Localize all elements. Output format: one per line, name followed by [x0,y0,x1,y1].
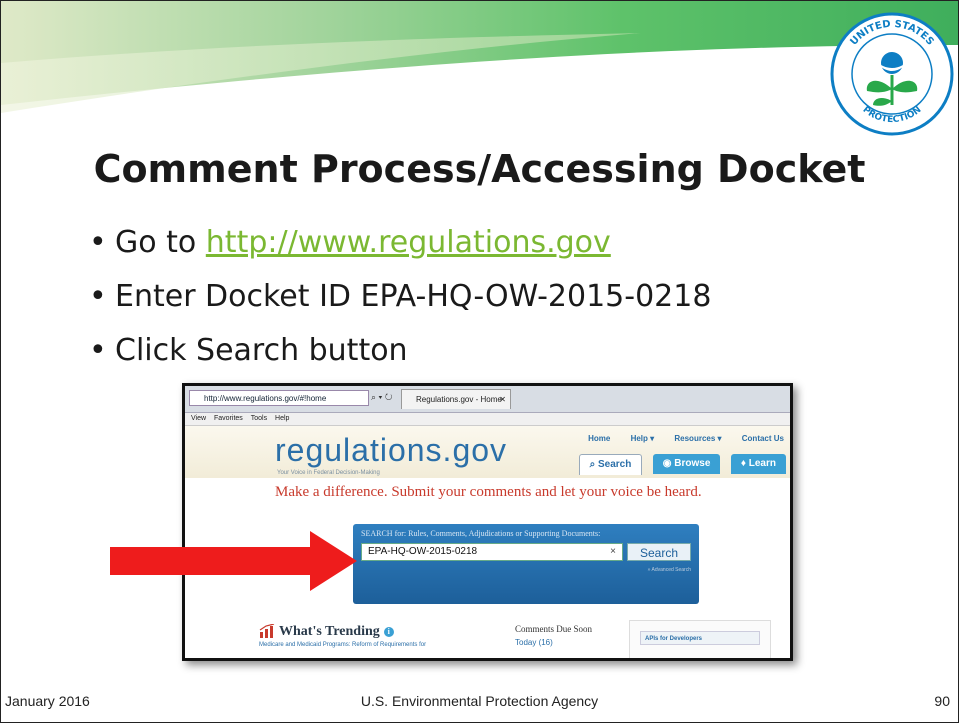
site-header: regulations.gov Your Voice in Federal De… [185,426,790,478]
bullet-text: Go to [115,225,206,260]
tab-search-label: Search [597,459,632,470]
trending-chart-icon [259,624,275,638]
footer-agency: U.S. Environmental Protection Agency [360,693,599,709]
search-input-value: EPA-HQ-OW-2015-0218 [368,546,478,557]
trending-item[interactable]: Medicare and Medicaid Programs: Reform o… [259,642,426,648]
tab-browse[interactable]: ◉ Browse [652,454,721,474]
search-panel: SEARCH for: Rules, Comments, Adjudicatio… [353,524,699,604]
comments-due-title: Comments Due Soon [515,624,593,634]
search-label: SEARCH for: Rules, Comments, Adjudicatio… [361,529,601,538]
site-logo[interactable]: regulations.gov [275,432,507,469]
api-title[interactable]: APIs for Developers [640,631,760,645]
eye-icon: ◉ [662,458,675,469]
bullet-item-enter-docket: Enter Docket ID EPA-HQ-OW-2015-0218 [89,270,711,324]
nav-resources[interactable]: Resources ▾ [674,434,721,443]
search-icon: ⌕ [589,459,598,470]
info-icon[interactable]: i [383,626,394,637]
trending-title: What's Trending i [279,624,394,640]
browser-tab-bar: http://www.regulations.gov/#!home ⌕ ▾ ↻ … [185,386,790,413]
menu-item-view[interactable]: View [191,415,206,422]
search-button[interactable]: Search [627,543,691,561]
lightbulb-icon: ♦ [740,458,749,469]
browser-screenshot: http://www.regulations.gov/#!home ⌕ ▾ ↻ … [182,383,793,661]
site-tabs: ⌕ Search ◉ Browse ♦ Learn [573,454,786,476]
clear-icon[interactable]: × [610,544,616,560]
bullet-list: Go to http://www.regulations.gov Enter D… [89,216,711,378]
tab-search[interactable]: ⌕ Search [578,454,643,475]
bullet-item-click-search: Click Search button [89,324,711,378]
comments-due-today[interactable]: Today (16) [515,638,553,647]
site-tagline: Your Voice in Federal Decision-Making [277,470,380,476]
tab-learn-label: Learn [748,458,776,469]
menu-item-help[interactable]: Help [275,415,289,422]
epa-seal-logo: UNITED STATES PROTECTION [830,12,954,136]
close-icon[interactable]: ✕ [499,390,506,410]
menu-item-favorites[interactable]: Favorites [214,415,243,422]
red-arrow-icon [110,531,357,591]
slide-title: Comment Process/Accessing Docket [93,147,866,191]
nav-contact[interactable]: Contact Us [742,434,784,443]
nav-home[interactable]: Home [588,434,610,443]
search-refresh-controls[interactable]: ⌕ ▾ ↻ [371,392,392,403]
advanced-search-link[interactable]: » Advanced Search [648,567,691,573]
headline: Make a difference. Submit your comments … [275,484,702,500]
tab-learn[interactable]: ♦ Learn [730,454,786,474]
regulations-link[interactable]: http://www.regulations.gov [206,225,611,260]
header-banner [1,1,958,113]
api-panel: APIs for Developers [629,620,771,658]
tab-browse-label: Browse [674,458,711,469]
bullet-item-go-to: Go to http://www.regulations.gov [89,216,711,270]
trending-title-text: What's Trending [279,624,380,639]
browser-tab[interactable]: Regulations.gov - Home ✕ [401,389,511,409]
search-input[interactable]: EPA-HQ-OW-2015-0218 × [361,543,623,561]
nav-help[interactable]: Help ▾ [631,434,655,443]
browser-menu-bar: View Favorites Tools Help [185,413,790,426]
menu-item-tools[interactable]: Tools [251,415,267,422]
address-bar[interactable]: http://www.regulations.gov/#!home [189,390,369,406]
footer-page-number: 90 [934,693,950,709]
site-nav: Home Help ▾ Resources ▾ Contact Us [570,434,784,443]
slide: UNITED STATES PROTECTION Comment Process… [0,0,959,723]
browser-tab-label: Regulations.gov - Home [416,395,502,404]
